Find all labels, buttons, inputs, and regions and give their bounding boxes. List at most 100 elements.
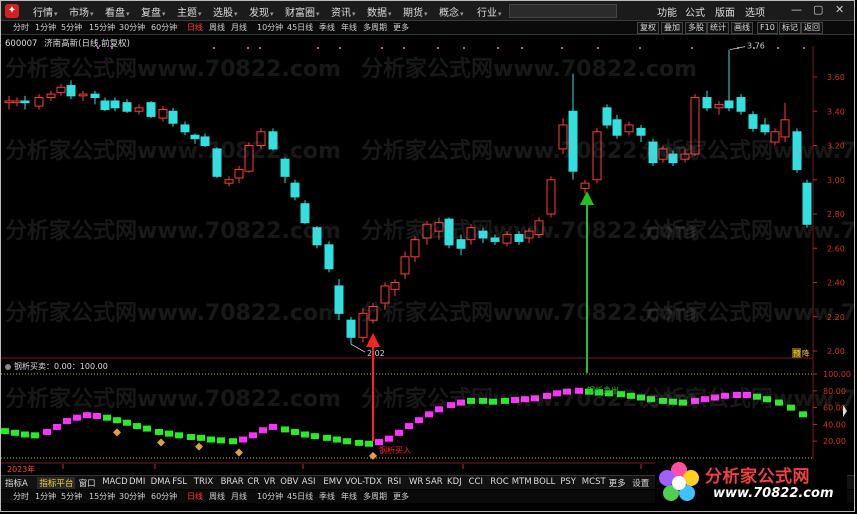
indicator-tab-12[interactable]: ASI xyxy=(302,477,316,487)
bottom-timeframe-2[interactable]: 5分钟 xyxy=(61,491,82,502)
indicator-tab-9[interactable]: CR xyxy=(247,477,259,487)
indicator-block-4 xyxy=(43,428,51,435)
bottom-timeframe-3[interactable]: 15分钟 xyxy=(89,491,115,502)
signal-dot-1 xyxy=(111,47,113,49)
indicator-tab-24[interactable]: MCST xyxy=(582,477,606,487)
low-annotation-line xyxy=(350,343,366,353)
candle-body-68 xyxy=(760,124,770,133)
candle-body-29 xyxy=(324,244,334,270)
candle-body-1 xyxy=(12,100,22,104)
buy-signal-label: 钢析买入 xyxy=(379,445,411,455)
bottom-timeframe-0[interactable]: 分时 xyxy=(13,491,29,502)
price-axis-label-3: 3.00 xyxy=(827,176,845,185)
indicator-tab-15[interactable]: RSI xyxy=(387,477,401,487)
indicator-tab-11[interactable]: OBV xyxy=(280,477,298,487)
indicator-tab-1[interactable]: 指标平台 xyxy=(37,477,76,489)
indicator-block-16 xyxy=(165,430,173,437)
indicator-tab-4[interactable]: DMI xyxy=(129,477,145,487)
candle-body-52 xyxy=(580,182,590,189)
indicator-tab-18[interactable]: KDJ xyxy=(447,477,462,487)
candle-body-10 xyxy=(110,100,120,109)
watermark-text-10: 分析家公式网www.70822.com xyxy=(641,301,855,326)
bottom-timeframe-12[interactable]: 年线 xyxy=(341,491,357,502)
watermark-text-8: 分析家公式网www.70822.com xyxy=(5,301,341,326)
sell-arrow-head xyxy=(580,191,594,205)
candle-body-16 xyxy=(180,124,190,133)
indicator-axis-label-0: 100.00 xyxy=(823,370,851,379)
indicator-tab-23[interactable]: PSY xyxy=(560,477,576,487)
indicator-tab-10[interactable]: VR xyxy=(264,477,276,487)
indicator-tab-21[interactable]: MTM xyxy=(512,477,532,487)
candle-body-3 xyxy=(34,97,44,107)
candle-body-65 xyxy=(724,100,734,109)
bottom-timeframe-4[interactable]: 30分钟 xyxy=(119,491,145,502)
indicator-tab-17[interactable]: SAR xyxy=(425,477,442,487)
indicator-tab-8[interactable]: BRAR xyxy=(221,477,244,487)
indicator-title-text: 钢析买卖：0.00：100.00 xyxy=(14,362,108,371)
price-axis-label-5: 2.60 xyxy=(827,244,845,253)
indicator-axis-label-3: 40.00 xyxy=(823,420,846,429)
watermark-text-7: 分析家公式网www.70822.com xyxy=(641,219,855,244)
candle-body-4 xyxy=(46,93,56,99)
indicator-tab-13[interactable]: EMV xyxy=(323,477,342,487)
brand-logo: 分析家公式网 www.70822.com xyxy=(655,459,847,509)
diamond-marker-2 xyxy=(195,442,203,451)
indicator-block-10 xyxy=(103,414,111,421)
signal-dot-8 xyxy=(403,47,405,49)
candle-body-56 xyxy=(624,124,634,133)
bottom-timeframe-5[interactable]: 60分钟 xyxy=(151,491,177,502)
indicator-tab-14[interactable]: VOL-TDX xyxy=(345,477,382,487)
bottom-timeframe-11[interactable]: 季线 xyxy=(319,491,335,502)
indicator-tab-19[interactable]: CCI xyxy=(469,477,483,487)
indicator-block-21 xyxy=(217,437,225,444)
indicator-tab-22[interactable]: BOLL xyxy=(533,477,555,487)
indicator-tab-0[interactable]: 指标A xyxy=(5,477,28,489)
indicator-tab-25[interactable]: 更多 xyxy=(609,477,626,489)
bottom-timeframe-10[interactable]: 45日线 xyxy=(287,491,313,502)
bottom-timeframe-8[interactable]: 月线 xyxy=(231,491,247,502)
indicator-block-5 xyxy=(53,423,61,430)
indicator-block-24 xyxy=(249,432,257,439)
indicator-block-28 xyxy=(291,428,299,435)
indicator-tab-5[interactable]: DMA xyxy=(151,477,171,487)
indicator-block-22 xyxy=(229,438,237,445)
indicator-tab-3[interactable]: MACD xyxy=(102,477,127,487)
candle-body-7 xyxy=(78,93,88,97)
diamond-marker-0 xyxy=(113,428,121,437)
watermark-text-11: 分析家公式网www.70822.com xyxy=(5,387,341,412)
indicator-block-34 xyxy=(355,439,363,446)
indicator-block-0 xyxy=(1,428,9,435)
signal-dot-13 xyxy=(561,47,563,49)
watermark-text-1: 分析家公式网www.70822.com xyxy=(361,57,697,82)
candle-body-54 xyxy=(602,107,612,126)
indicator-tab-6[interactable]: FSL xyxy=(172,477,187,487)
candle-body-14 xyxy=(158,109,168,119)
signal-dot-5 xyxy=(317,47,319,49)
indicator-block-19 xyxy=(197,434,205,441)
signal-dot-20 xyxy=(803,47,805,49)
price-axis-label-1: 3.40 xyxy=(827,107,845,116)
bottom-timeframe-9[interactable]: 10分钟 xyxy=(257,491,283,502)
bottom-timeframe-14[interactable]: 更多 xyxy=(393,491,409,502)
year-label: 2023年 xyxy=(7,465,36,474)
signal-dot-4 xyxy=(259,47,261,49)
bottom-timeframe-1[interactable]: 1分钟 xyxy=(35,491,56,502)
side-tag-1: 降 xyxy=(802,348,810,358)
candle-body-0 xyxy=(4,100,14,104)
indicator-block-30 xyxy=(311,433,319,440)
indicator-tab-16[interactable]: WR xyxy=(409,477,423,487)
indicator-tab-2[interactable]: 窗口 xyxy=(79,477,96,489)
bottom-timeframe-6[interactable]: 日线 xyxy=(187,491,203,502)
indicator-tab-7[interactable]: TRIX xyxy=(194,477,213,487)
indicator-block-38 xyxy=(395,429,403,436)
indicator-block-8 xyxy=(83,412,91,419)
indicator-block-26 xyxy=(269,423,277,430)
diamond-marker-3 xyxy=(235,448,243,457)
indicator-title: 钢析买卖：0.00：100.00 xyxy=(5,361,108,372)
indicator-tab-26[interactable]: 设置 xyxy=(632,477,649,489)
price-axis-label-6: 2.40 xyxy=(827,279,845,288)
flower-logo-icon xyxy=(659,462,699,501)
bottom-timeframe-13[interactable]: 多周期 xyxy=(363,491,387,502)
indicator-tab-20[interactable]: ROC xyxy=(490,477,509,487)
bottom-timeframe-7[interactable]: 周线 xyxy=(209,491,225,502)
